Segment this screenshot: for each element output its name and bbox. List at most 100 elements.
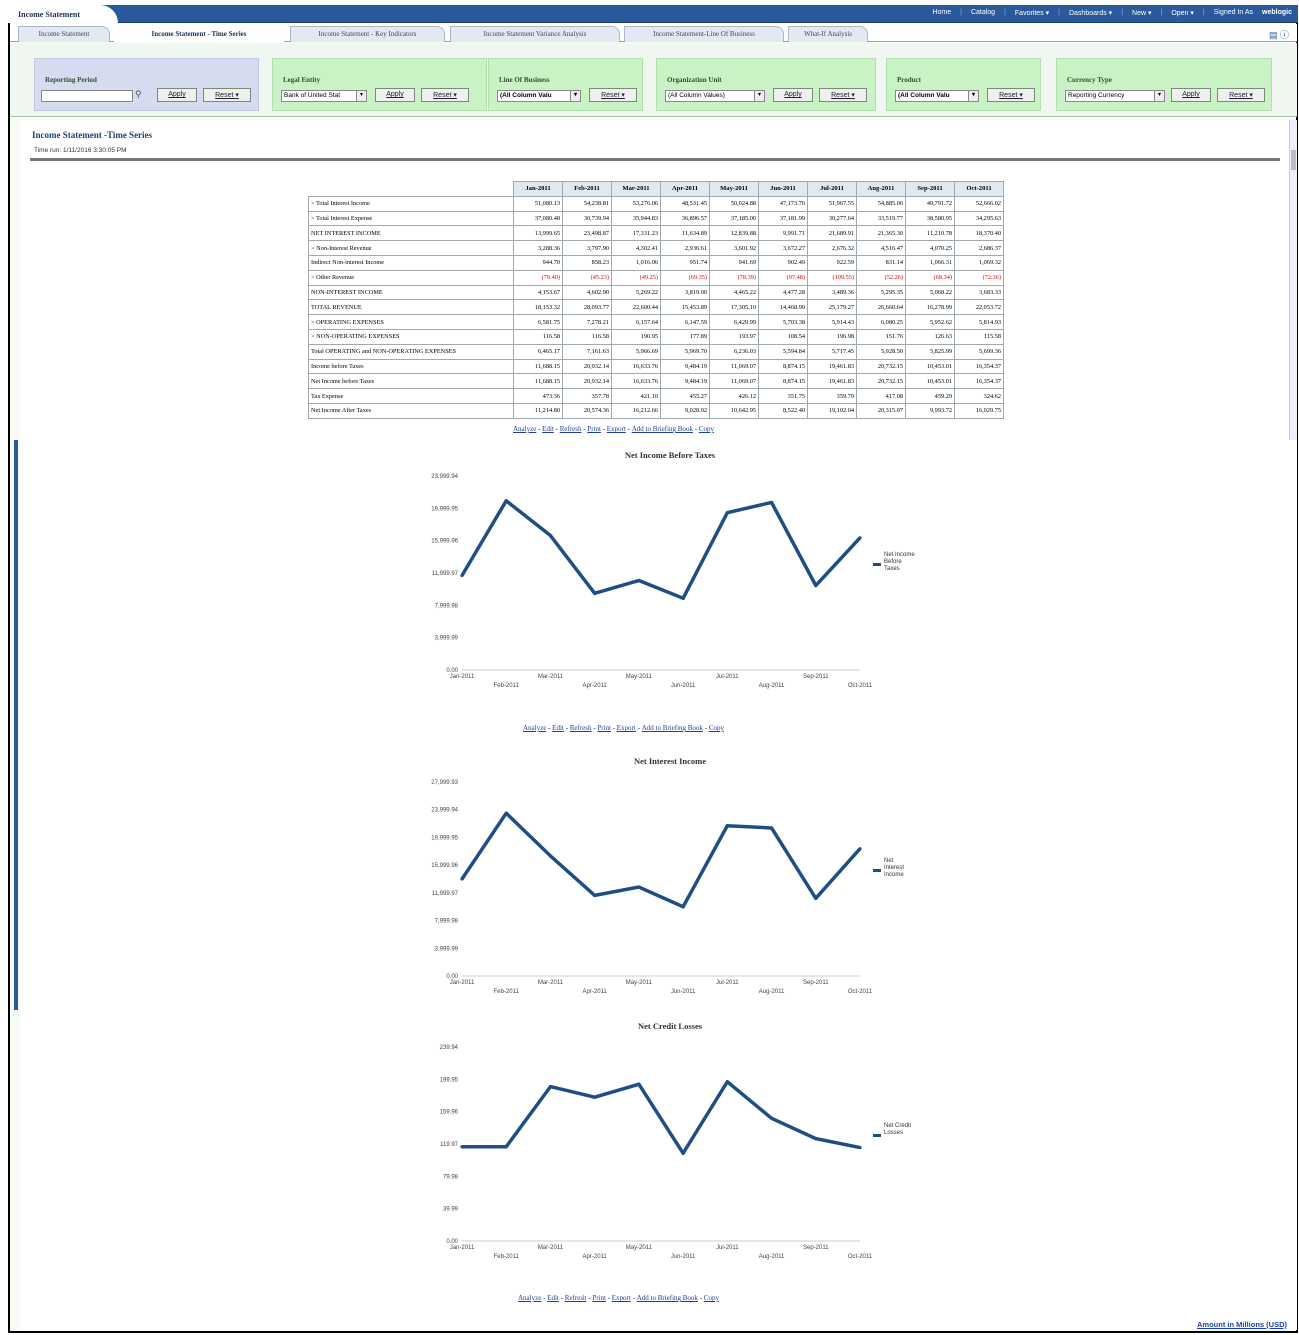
reset-button[interactable]: Reset ▾ (987, 88, 1035, 102)
chevron-down-icon: ▾ (570, 91, 580, 101)
line-of-business-select[interactable]: (All Column Valu ▾ (497, 90, 581, 102)
tab-line-of-business[interactable]: Income Statement-Line Of Business (624, 26, 784, 42)
row-label[interactable]: > Non-Interest Revenue (308, 240, 514, 256)
prompt-product: Product (All Column Valu ▾ Reset ▾ (886, 58, 1041, 111)
currency-type-select[interactable]: Reporting Currency ▾ (1065, 90, 1165, 102)
table-cell: 16,633.76 (611, 373, 661, 390)
tab-what-if[interactable]: What-If Analysis (788, 26, 868, 42)
legend-swatch (873, 1134, 881, 1137)
nav-catalog[interactable]: Catalog (971, 9, 995, 17)
table-cell: 944.70 (513, 254, 563, 271)
prompt-label: Currency Type (1067, 76, 1112, 84)
table-cell: 455.27 (660, 388, 710, 404)
apply-button[interactable]: Apply (375, 88, 415, 102)
nav-favorites[interactable]: Favorites ▾ (1015, 9, 1049, 17)
nav-open[interactable]: Open ▾ (1171, 9, 1194, 17)
chart-plot: 239.94199.95159.96119.9779.9839.990.00Ja… (440, 1045, 912, 1260)
print-link[interactable]: Print (587, 425, 601, 433)
prompt-reporting-period: Reporting Period ⚲ Apply Reset ▾ (34, 58, 259, 111)
reset-button[interactable]: Reset ▾ (421, 88, 469, 102)
table-cell: 25,179.27 (807, 299, 857, 316)
export-link[interactable]: Export (607, 425, 626, 433)
export-link[interactable]: Export (612, 1294, 631, 1302)
briefing-book-link[interactable]: Add to Briefing Book (632, 425, 693, 433)
nav-home[interactable]: Home (932, 9, 951, 17)
nav-new[interactable]: New ▾ (1132, 9, 1151, 17)
x-tick-label: Sep-2011 (803, 980, 829, 986)
refresh-link[interactable]: Refresh (565, 1294, 587, 1302)
analyze-link[interactable]: Analyze (518, 1294, 541, 1302)
organization-unit-select[interactable]: (All Column Values) ▾ (665, 90, 765, 102)
apply-button[interactable]: Apply (157, 88, 197, 102)
table-cell: 473.36 (513, 388, 563, 404)
scrollbar[interactable] (1289, 120, 1297, 440)
x-tick-label: Feb-2011 (494, 1254, 520, 1260)
apply-button[interactable]: Apply (1171, 88, 1211, 102)
briefing-book-link[interactable]: Add to Briefing Book (642, 724, 703, 732)
reset-button[interactable]: Reset ▾ (819, 88, 867, 102)
x-tick-label: Aug-2011 (759, 989, 785, 995)
table-cell: 417.08 (856, 388, 906, 404)
tab-key-indicators[interactable]: Income Statement - Key Indicators (290, 26, 445, 42)
print-link[interactable]: Print (597, 724, 611, 732)
table-cell: (79.40) (513, 269, 563, 286)
tab-income-statement[interactable]: Income Statement (18, 26, 110, 42)
briefing-book-link[interactable]: Add to Briefing Book (637, 1294, 698, 1302)
table-cell: 3,489.36 (807, 284, 857, 301)
legal-entity-select[interactable]: Bank of United Stat ▾ (281, 90, 367, 102)
table-cell: 4,477.28 (758, 284, 808, 301)
table-cell: 4,602.90 (562, 284, 612, 301)
apply-button[interactable]: Apply (773, 88, 813, 102)
data-point (460, 877, 464, 881)
table-cell: 21,689.91 (807, 225, 857, 242)
reset-button[interactable]: Reset ▾ (1217, 88, 1265, 102)
refresh-link[interactable]: Refresh (560, 425, 582, 433)
report-content: Income Statement -Time Series Time run: … (20, 120, 1297, 1330)
tab-time-series[interactable]: Income Statement - Time Series (114, 26, 284, 42)
product-select[interactable]: (All Column Valu ▾ (895, 90, 979, 102)
nav-user[interactable]: weblogic (1262, 9, 1292, 17)
reporting-period-input[interactable] (41, 90, 133, 102)
table-cell: 2,936.61 (660, 240, 710, 256)
analyze-link[interactable]: Analyze (523, 724, 546, 732)
y-tick-label: 11,999.97 (432, 891, 459, 897)
chevron-down-icon: ▾ (754, 91, 764, 101)
data-point (681, 596, 685, 600)
app-title: Income Statement (8, 5, 118, 23)
table-cell: 11,688.15 (513, 373, 563, 390)
table-cell: 357.78 (562, 388, 612, 404)
row-label[interactable]: > Total Interest Income (308, 195, 514, 212)
tab-variance-analysis[interactable]: Income Statement Variance Analysis (450, 26, 620, 42)
x-tick-label: Mar-2011 (538, 674, 564, 680)
page-options-icon[interactable]: ▤ ⓘ (1269, 28, 1289, 41)
edit-link[interactable]: Edit (552, 724, 564, 732)
row-label[interactable]: > Other Revenue (308, 269, 514, 286)
print-link[interactable]: Print (592, 1294, 606, 1302)
edit-link[interactable]: Edit (547, 1294, 559, 1302)
reset-button[interactable]: Reset ▾ (203, 88, 251, 102)
reset-button[interactable]: Reset ▾ (589, 88, 637, 102)
refresh-link[interactable]: Refresh (570, 724, 592, 732)
export-link[interactable]: Export (617, 724, 636, 732)
copy-link[interactable]: Copy (704, 1294, 719, 1302)
left-accent-bar (14, 440, 18, 1010)
row-label[interactable]: > NON-OPERATING EXPENSES (308, 328, 514, 345)
search-icon[interactable]: ⚲ (135, 89, 142, 100)
nav-dashboards[interactable]: Dashboards ▾ (1069, 9, 1112, 17)
table-cell: 1,016.06 (611, 254, 661, 271)
column-header: Mar-2011 (611, 181, 661, 197)
copy-link[interactable]: Copy (709, 724, 724, 732)
table-cell: 30,739.94 (562, 210, 612, 227)
table-cell: 16,633.76 (611, 358, 661, 375)
table-cell: 28,093.77 (562, 299, 612, 316)
table-row: NON-INTEREST INCOME 4,153.67 4,602.90 5,269… (308, 284, 1004, 301)
data-point (681, 905, 685, 909)
analyze-link[interactable]: Analyze (513, 425, 536, 433)
scrollbar-thumb[interactable] (1291, 150, 1296, 170)
row-label[interactable]: > Total Interest Expense (308, 210, 514, 227)
copy-link[interactable]: Copy (699, 425, 714, 433)
row-label[interactable]: > OPERATING EXPENSES (308, 314, 514, 330)
edit-link[interactable]: Edit (542, 425, 554, 433)
table-cell: 16,354.37 (954, 373, 1004, 390)
table-cell: 6,147.59 (660, 314, 710, 330)
